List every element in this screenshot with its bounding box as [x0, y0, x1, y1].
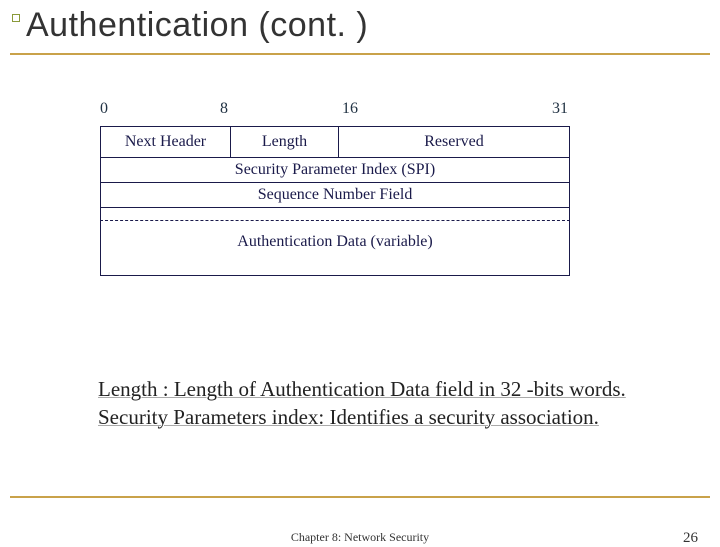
description-text: Length : Length of Authentication Data f…: [98, 376, 626, 431]
bit-label-31: 31: [552, 100, 568, 118]
bit-label-16: 16: [342, 100, 358, 118]
header-format-diagram: 0 8 16 31 Next Header Length Reserved Se…: [100, 100, 600, 276]
field-length: Length: [231, 127, 339, 157]
page-number: 26: [683, 530, 698, 547]
bit-label-8: 8: [220, 100, 228, 118]
field-reserved: Reserved: [339, 127, 569, 157]
title-area: Authentication (cont. ): [0, 0, 720, 55]
row-4: Authentication Data (variable): [100, 220, 570, 276]
footer-rule: [10, 496, 710, 498]
row-2: Security Parameter Index (SPI): [100, 157, 570, 182]
field-seq: Sequence Number Field: [101, 183, 569, 207]
row-gap: [100, 208, 570, 220]
desc-line-2: Security Parameters index: Identifies a …: [98, 404, 626, 432]
field-spi: Security Parameter Index (SPI): [101, 158, 569, 182]
row-1: Next Header Length Reserved: [100, 126, 570, 157]
desc-line-1: Length : Length of Authentication Data f…: [98, 376, 626, 404]
slide-title: Authentication (cont. ): [10, 6, 720, 45]
field-next-header: Next Header: [101, 127, 231, 157]
field-auth-data: Authentication Data (variable): [101, 221, 569, 275]
bit-label-0: 0: [100, 100, 108, 118]
title-underline: [10, 53, 710, 55]
footer-chapter: Chapter 8: Network Security: [0, 530, 720, 545]
title-accent-square: [12, 14, 20, 22]
bit-position-labels: 0 8 16 31: [100, 100, 600, 120]
row-3: Sequence Number Field: [100, 182, 570, 208]
